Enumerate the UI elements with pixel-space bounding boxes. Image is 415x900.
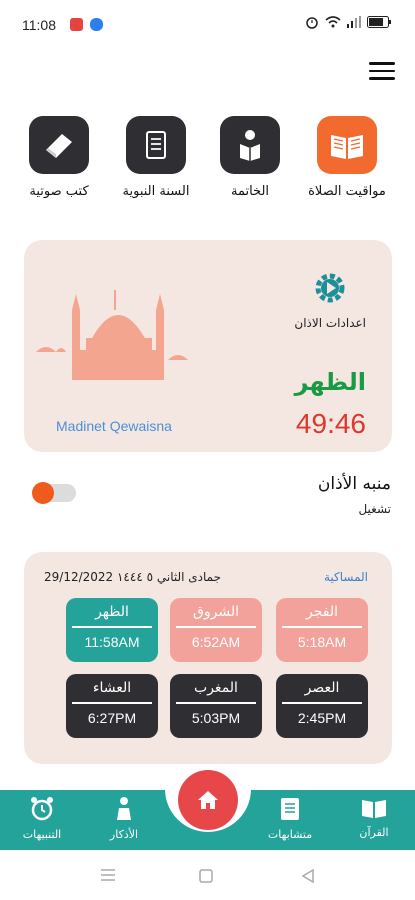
- prayer-tile-name: الفجر: [306, 604, 338, 620]
- prayer-tile-name: الشروق: [193, 604, 239, 620]
- prayer-tile-name: المغرب: [194, 680, 238, 696]
- prayer-tile-fajr: الفجر 5:18AM: [276, 598, 368, 662]
- tile-label: الخاتمة: [230, 184, 270, 199]
- prayer-tile-isha: العشاء 6:27PM: [66, 674, 158, 738]
- reader-icon: [220, 116, 280, 174]
- nav-label: التنبيهات: [22, 828, 62, 841]
- toggle-knob: [32, 482, 54, 504]
- prayer-tile-time: 6:27PM: [87, 710, 137, 726]
- nav-label: القرآن: [359, 826, 389, 839]
- prayer-tile-time: 2:45PM: [297, 710, 347, 726]
- location-label: Madinet Qewaisna: [56, 418, 172, 434]
- quick-access-tiles: مواقيت الصلاة الخاتمة السنة النبوية كتب …: [0, 116, 415, 206]
- adhan-alarm-toggle[interactable]: [32, 482, 76, 504]
- divider: [176, 626, 256, 628]
- city-link[interactable]: المساكية: [324, 570, 368, 584]
- hamburger-menu-icon[interactable]: [369, 62, 395, 82]
- audio-book-icon: [29, 116, 89, 174]
- prayer-tile-time: 5:03PM: [191, 710, 241, 726]
- divider: [282, 702, 362, 704]
- prayer-times-card: المساكية 29/12/2022 جمادى الثاني ٥ ١٤٤٤ …: [24, 552, 392, 764]
- mosque-illustration: [36, 290, 188, 380]
- nav-label: متشابهات: [267, 828, 313, 841]
- prayer-tile-asr: العصر 2:45PM: [276, 674, 368, 738]
- home-button[interactable]: [178, 770, 238, 830]
- prayer-tile-name: العصر: [304, 680, 340, 696]
- current-prayer-name: الظهر: [294, 368, 366, 396]
- book-icon: [317, 116, 377, 174]
- recent-apps-icon[interactable]: [100, 868, 116, 882]
- prayer-tile-time: 6:52AM: [191, 634, 241, 650]
- divider: [176, 702, 256, 704]
- battery-icon: [367, 16, 391, 28]
- prayer-tile-maghrib: المغرب 5:03PM: [170, 674, 262, 738]
- shield-icon: [90, 18, 103, 31]
- home-square-icon[interactable]: [198, 868, 214, 884]
- signal-icon: [347, 16, 361, 28]
- prayer-person-icon: [117, 797, 131, 820]
- tile-audio-books[interactable]: كتب صوتية: [14, 116, 104, 199]
- wifi-icon: [325, 16, 341, 28]
- home-icon: [198, 791, 218, 809]
- prayer-tile-sunrise: الشروق 6:52AM: [170, 598, 262, 662]
- system-navigation-bar: [0, 850, 415, 900]
- divider: [282, 626, 362, 628]
- nav-item-similar-verses[interactable]: متشابهات: [250, 796, 330, 841]
- tile-sunnah[interactable]: السنة النبوية: [111, 116, 201, 199]
- tile-label: كتب صوتية: [29, 184, 89, 199]
- prayer-tile-time: 5:18AM: [297, 634, 347, 650]
- tile-label: مواقيت الصلاة: [308, 184, 386, 199]
- nav-item-adhkar[interactable]: الأذكار: [84, 796, 164, 841]
- alarm-icon: [306, 17, 318, 29]
- date-label: 29/12/2022 جمادى الثاني ٥ ١٤٤٤: [44, 570, 222, 584]
- nav-item-alerts[interactable]: التنبيهات: [2, 796, 82, 841]
- adhan-alarm-status: تشغيل: [358, 502, 391, 516]
- alarm-clock-icon: [31, 797, 53, 821]
- prayer-tile-dhuhr: الظهر 11:58AM: [66, 598, 158, 662]
- tile-label: السنة النبوية: [122, 184, 190, 199]
- prayer-tile-name: الظهر: [95, 604, 129, 620]
- status-bar: 11:08: [0, 0, 415, 50]
- nav-item-quran[interactable]: القرآن: [334, 796, 414, 839]
- back-triangle-icon[interactable]: [300, 868, 316, 884]
- status-time: 11:08: [22, 17, 56, 33]
- notification-app-icon: [70, 18, 83, 31]
- prayer-tile-time: 11:58AM: [84, 634, 140, 650]
- gear-icon[interactable]: [312, 270, 348, 306]
- scroll-icon: [126, 116, 186, 174]
- prayer-countdown: 49:46: [295, 408, 366, 439]
- next-prayer-card: اعدادات الاذان الظهر Madinet Qewaisna 49…: [24, 240, 392, 452]
- status-icons: [305, 15, 393, 29]
- tile-khatma[interactable]: الخاتمة: [205, 116, 295, 199]
- document-icon: [281, 798, 299, 820]
- tile-prayer-times[interactable]: مواقيت الصلاة: [302, 116, 392, 199]
- adhan-settings-label[interactable]: اعدادات الاذان: [294, 316, 366, 330]
- quran-icon: [362, 800, 386, 818]
- adhan-alarm-title: منبه الأذان: [317, 474, 391, 494]
- nav-label: الأذكار: [109, 828, 139, 841]
- divider: [72, 626, 152, 628]
- divider: [72, 702, 152, 704]
- prayer-tile-name: العشاء: [92, 680, 132, 696]
